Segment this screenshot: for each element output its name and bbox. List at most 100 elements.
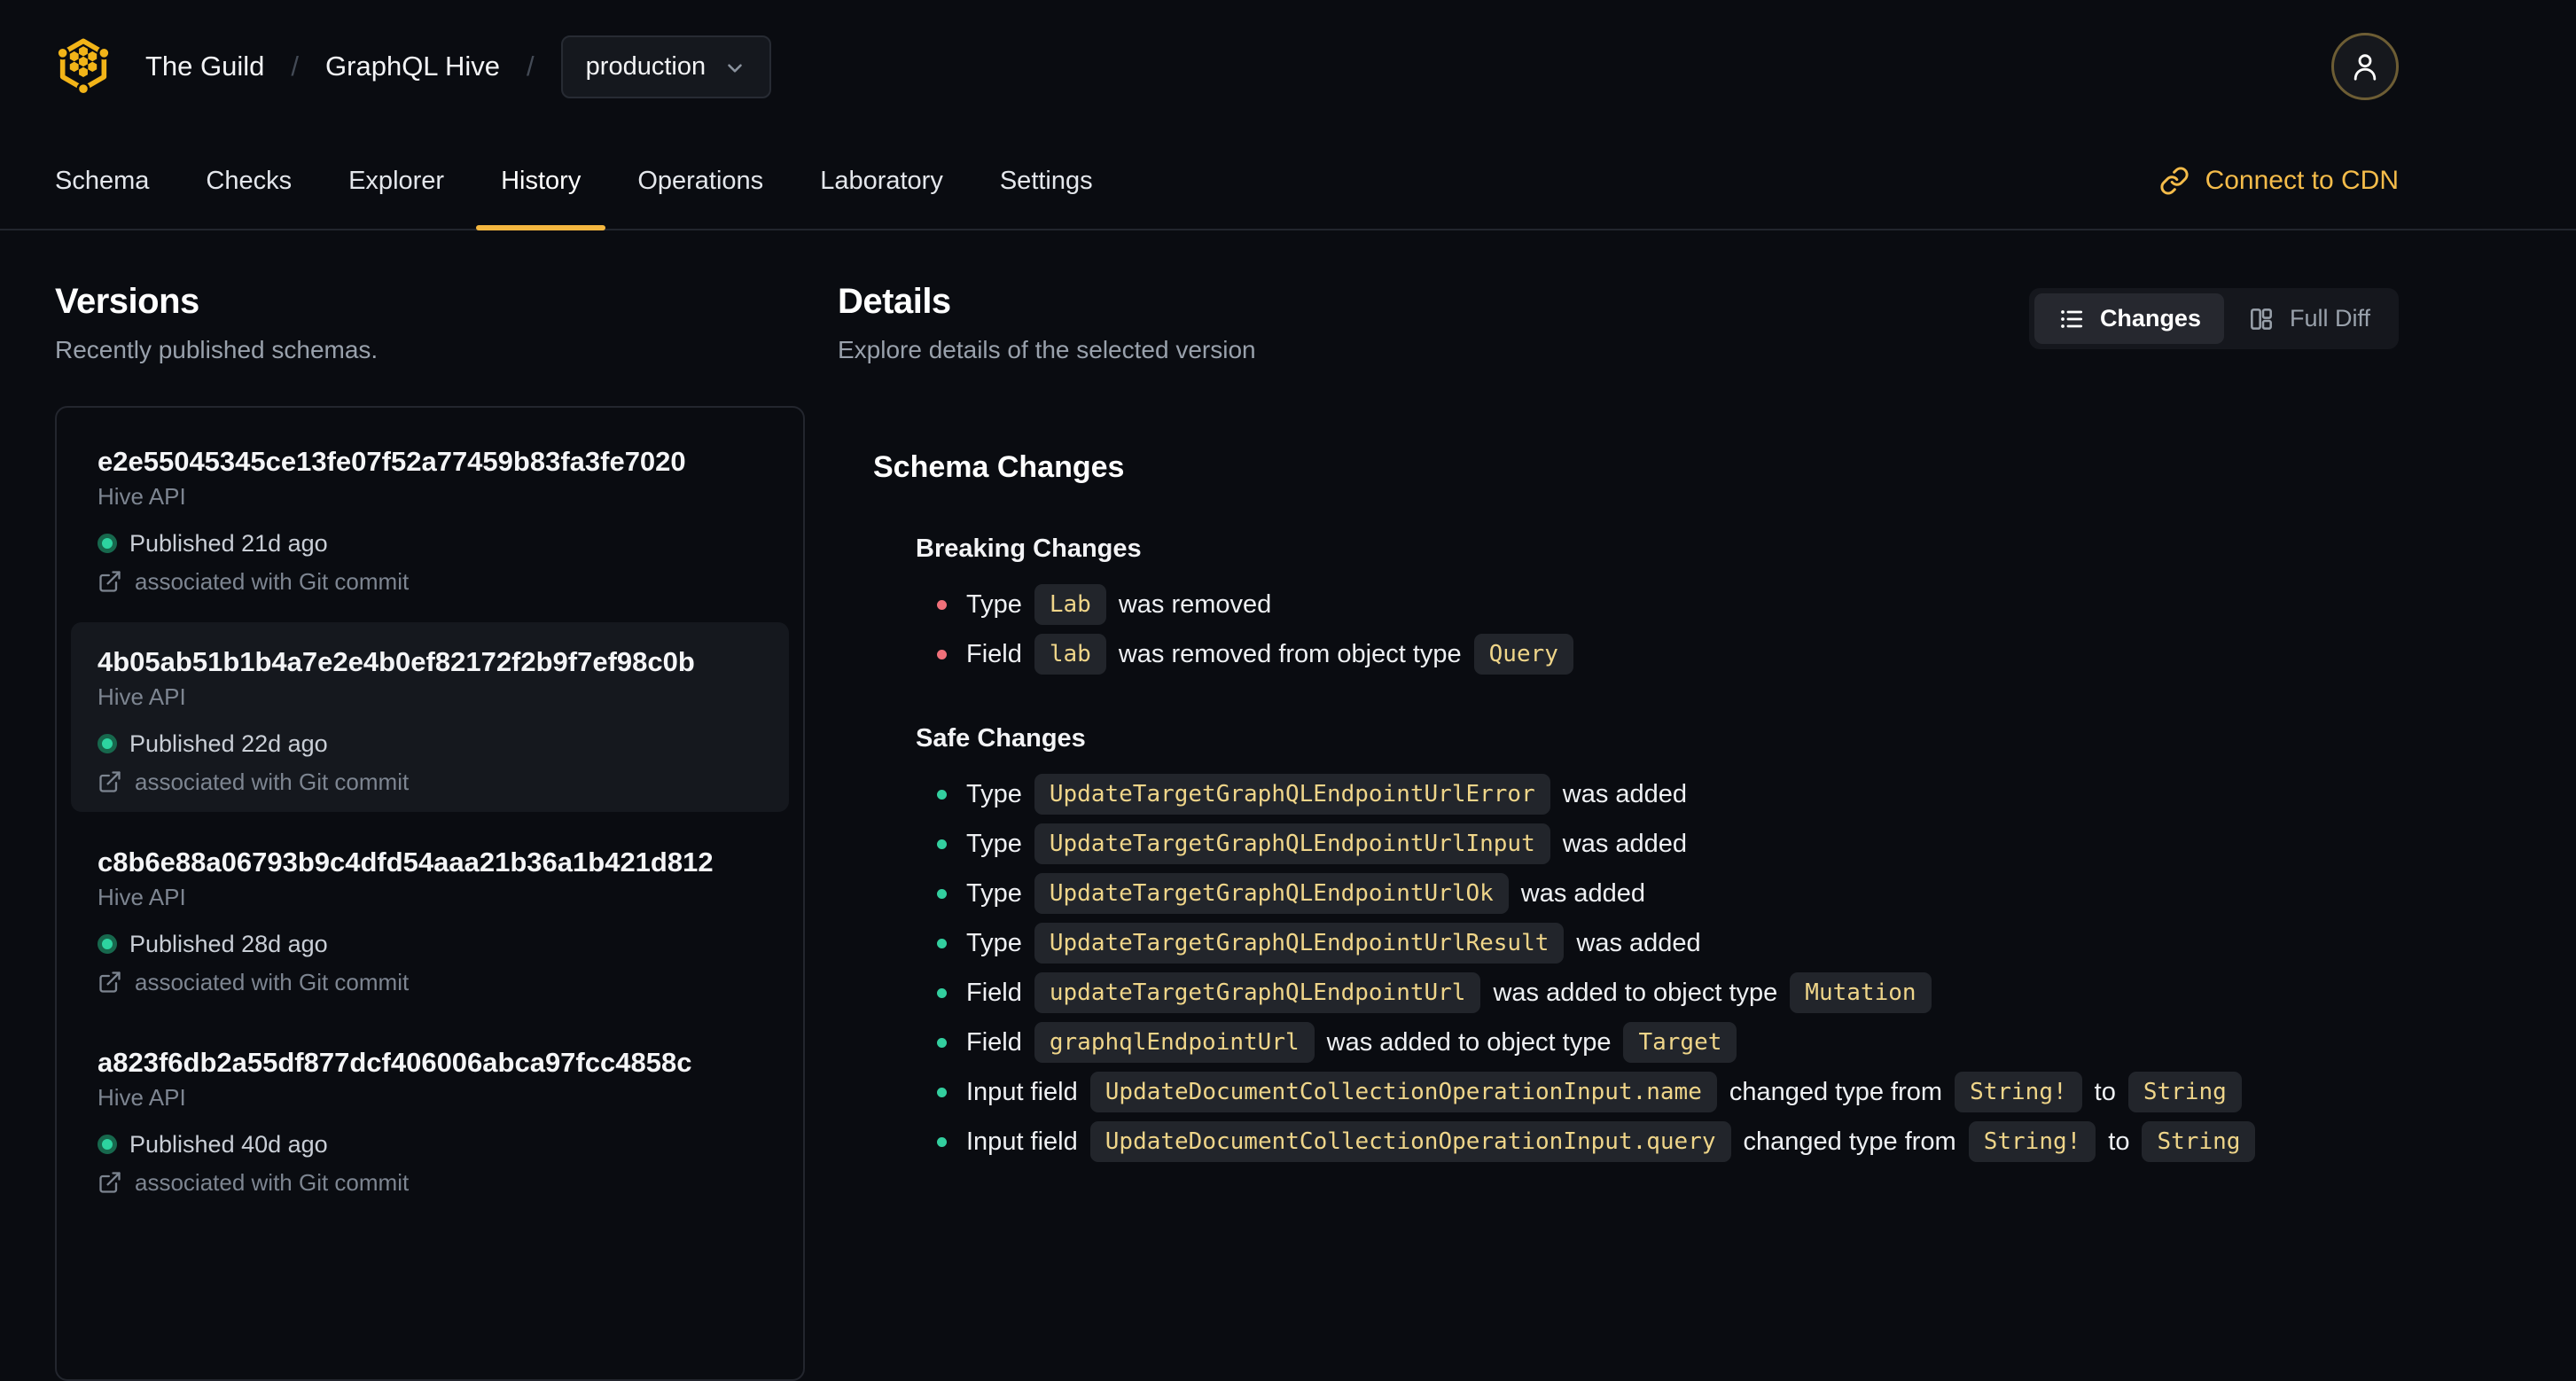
- version-status-text: Published 28d ago: [129, 931, 328, 957]
- user-menu-button[interactable]: [2331, 33, 2399, 100]
- change-row: Field updateTargetGraphQLEndpointUrl was a…: [916, 972, 2399, 1013]
- breaking-bullet: [937, 599, 947, 610]
- breadcrumb-organization[interactable]: The Guild: [145, 51, 264, 82]
- code-badge: String: [2127, 1072, 2242, 1112]
- app-header: The Guild / GraphQL Hive / production Sc…: [0, 0, 2576, 230]
- graphql-hive-app: The Guild / GraphQL Hive / production Sc…: [0, 0, 2576, 1381]
- connect-to-cdn-label: Connect to CDN: [2205, 166, 2399, 195]
- breadcrumb: The Guild / GraphQL Hive / production: [145, 35, 772, 98]
- safe-bullet: [937, 987, 947, 998]
- change-row: Type Lab was removed: [916, 584, 2399, 625]
- git-commit-link-label: associated with Git commit: [135, 769, 410, 795]
- change-text: was removed: [1118, 589, 1272, 619]
- connect-to-cdn-button[interactable]: Connect to CDN: [2159, 133, 2399, 229]
- git-commit-link-label: associated with Git commit: [135, 969, 410, 995]
- versions-subtitle: Recently published schemas.: [55, 336, 379, 363]
- code-badge: UpdateDocumentCollectionOperationInput.q…: [1089, 1121, 1731, 1162]
- details-subtitle: Explore details of the selected version: [838, 336, 1256, 363]
- change-row: Type UpdateTargetGraphQLEndpointUrlOk was …: [916, 873, 2399, 914]
- git-commit-link[interactable]: associated with Git commit: [98, 768, 762, 796]
- tab-checks[interactable]: Checks: [181, 133, 316, 229]
- change-text: changed type from: [1743, 1127, 1956, 1156]
- change-section: Safe Changes Type UpdateTargetGraphQLEndpo…: [916, 722, 2399, 1162]
- details-panel: Details Explore details of the selected …: [805, 280, 2399, 1171]
- tab-explorer[interactable]: Explorer: [324, 133, 469, 229]
- external-link-icon: [99, 571, 121, 592]
- published-status-dot: [98, 1135, 117, 1154]
- details-title: Details: [838, 282, 951, 321]
- code-badge: lab: [1034, 634, 1106, 675]
- version-list: e2e55045345ce13fe07f52a77459b83fa3fe7020…: [55, 406, 805, 1381]
- target-selector-value: production: [585, 51, 706, 81]
- version-hash: e2e55045345ce13fe07f52a77459b83fa3fe7020: [98, 446, 686, 477]
- version-status-text: Published 40d ago: [129, 1131, 328, 1158]
- change-text: changed type from: [1729, 1077, 1943, 1106]
- tab-bar-tabs: Schema Checks Explorer History Operations Lab…: [30, 133, 1118, 230]
- change-text: was added: [1562, 829, 1688, 858]
- code-badge: Lab: [1034, 584, 1106, 625]
- change-section-title: Safe Changes: [916, 724, 1086, 753]
- change-text: Input field: [966, 1127, 1078, 1156]
- version-list-item[interactable]: e2e55045345ce13fe07f52a77459b83fa3fe7020…: [71, 422, 789, 612]
- target-selector-dropdown[interactable]: production: [560, 35, 772, 98]
- header-top-row: The Guild / GraphQL Hive / production: [55, 0, 2399, 133]
- safe-bullet: [937, 839, 947, 849]
- full-diff-view-button[interactable]: Full Diff: [2224, 293, 2393, 344]
- version-status-text: Published 22d ago: [129, 730, 328, 757]
- code-badge: String!: [1955, 1072, 2082, 1112]
- change-text: was added: [1562, 779, 1688, 808]
- safe-bullet: [937, 1136, 947, 1147]
- change-text: Input field: [966, 1077, 1078, 1106]
- version-hash: c8b6e88a06793b9c4dfd54aaa21b36a1b421d812: [98, 847, 714, 878]
- schema-changes-title: Schema Changes: [873, 450, 1125, 484]
- change-text: was added to object type: [1493, 978, 1778, 1007]
- full-diff-view-label: Full Diff: [2289, 305, 2370, 332]
- change-row: Field graphqlEndpointUrl was added to obje…: [916, 1022, 2399, 1063]
- hive-logo-icon[interactable]: [55, 35, 112, 98]
- git-commit-link[interactable]: associated with Git commit: [98, 567, 762, 596]
- version-list-item[interactable]: c8b6e88a06793b9c4dfd54aaa21b36a1b421d812…: [71, 823, 789, 1012]
- code-badge: UpdateTargetGraphQLEndpointUrlError: [1034, 774, 1550, 815]
- change-section-title: Breaking Changes: [916, 534, 1142, 563]
- change-row: Type UpdateTargetGraphQLEndpointUrlResult…: [916, 923, 2399, 964]
- published-status-dot: [98, 934, 117, 954]
- change-text: to: [2094, 1077, 2116, 1106]
- version-service-name: Hive API: [98, 1084, 186, 1111]
- tab-laboratory[interactable]: Laboratory: [795, 133, 968, 229]
- change-text: Type: [966, 779, 1022, 808]
- version-hash: a823f6db2a55df877dcf406006abca97fcc4858c: [98, 1047, 692, 1078]
- tab-settings[interactable]: Settings: [975, 133, 1118, 229]
- external-link-icon: [99, 1172, 121, 1193]
- published-status-dot: [98, 734, 117, 753]
- chevron-down-icon: [728, 63, 742, 73]
- code-badge: graphqlEndpointUrl: [1034, 1022, 1315, 1063]
- version-hash: 4b05ab51b1b4a7e2e4b0ef82172f2b9f7ef98c0b: [98, 646, 695, 677]
- safe-bullet: [937, 1087, 947, 1097]
- code-badge: Mutation: [1790, 972, 1932, 1013]
- versions-panel: Versions Recently published schemas. e2e…: [55, 280, 805, 1381]
- version-list-item[interactable]: 4b05ab51b1b4a7e2e4b0ef82172f2b9f7ef98c0b…: [71, 622, 789, 812]
- change-text: was added: [1520, 878, 1646, 908]
- schema-changes-card: Schema Changes Breaking Changes Type Lab wa…: [873, 449, 2399, 1162]
- breadcrumb-project[interactable]: GraphQL Hive: [325, 51, 500, 82]
- code-badge: Query: [1473, 634, 1573, 675]
- change-section: Breaking Changes Type Lab was removed Field l…: [916, 533, 2399, 675]
- change-text: Field: [966, 1027, 1022, 1057]
- tab-schema[interactable]: Schema: [30, 133, 174, 229]
- tab-operations[interactable]: Operations: [613, 133, 788, 229]
- change-row: Field lab was removed from object type Quer…: [916, 634, 2399, 675]
- changes-view-button[interactable]: Changes: [2033, 293, 2224, 344]
- git-commit-link[interactable]: associated with Git commit: [98, 968, 762, 996]
- external-link-icon: [99, 971, 121, 993]
- change-text: Field: [966, 978, 1022, 1007]
- version-list-item[interactable]: a823f6db2a55df877dcf406006abca97fcc4858c…: [71, 1023, 789, 1213]
- change-row: Input field UpdateDocumentCollectionOpera…: [916, 1072, 2399, 1112]
- external-link-icon: [99, 771, 121, 792]
- version-status-text: Published 21d ago: [129, 530, 328, 557]
- change-text: Type: [966, 878, 1022, 908]
- version-status: Published 28d ago: [98, 929, 762, 959]
- schema-changes-sections: Breaking Changes Type Lab was removed Field l…: [873, 533, 2399, 1162]
- git-commit-link-label: associated with Git commit: [135, 1169, 410, 1196]
- tab-history[interactable]: History: [476, 133, 606, 230]
- git-commit-link[interactable]: associated with Git commit: [98, 1168, 762, 1197]
